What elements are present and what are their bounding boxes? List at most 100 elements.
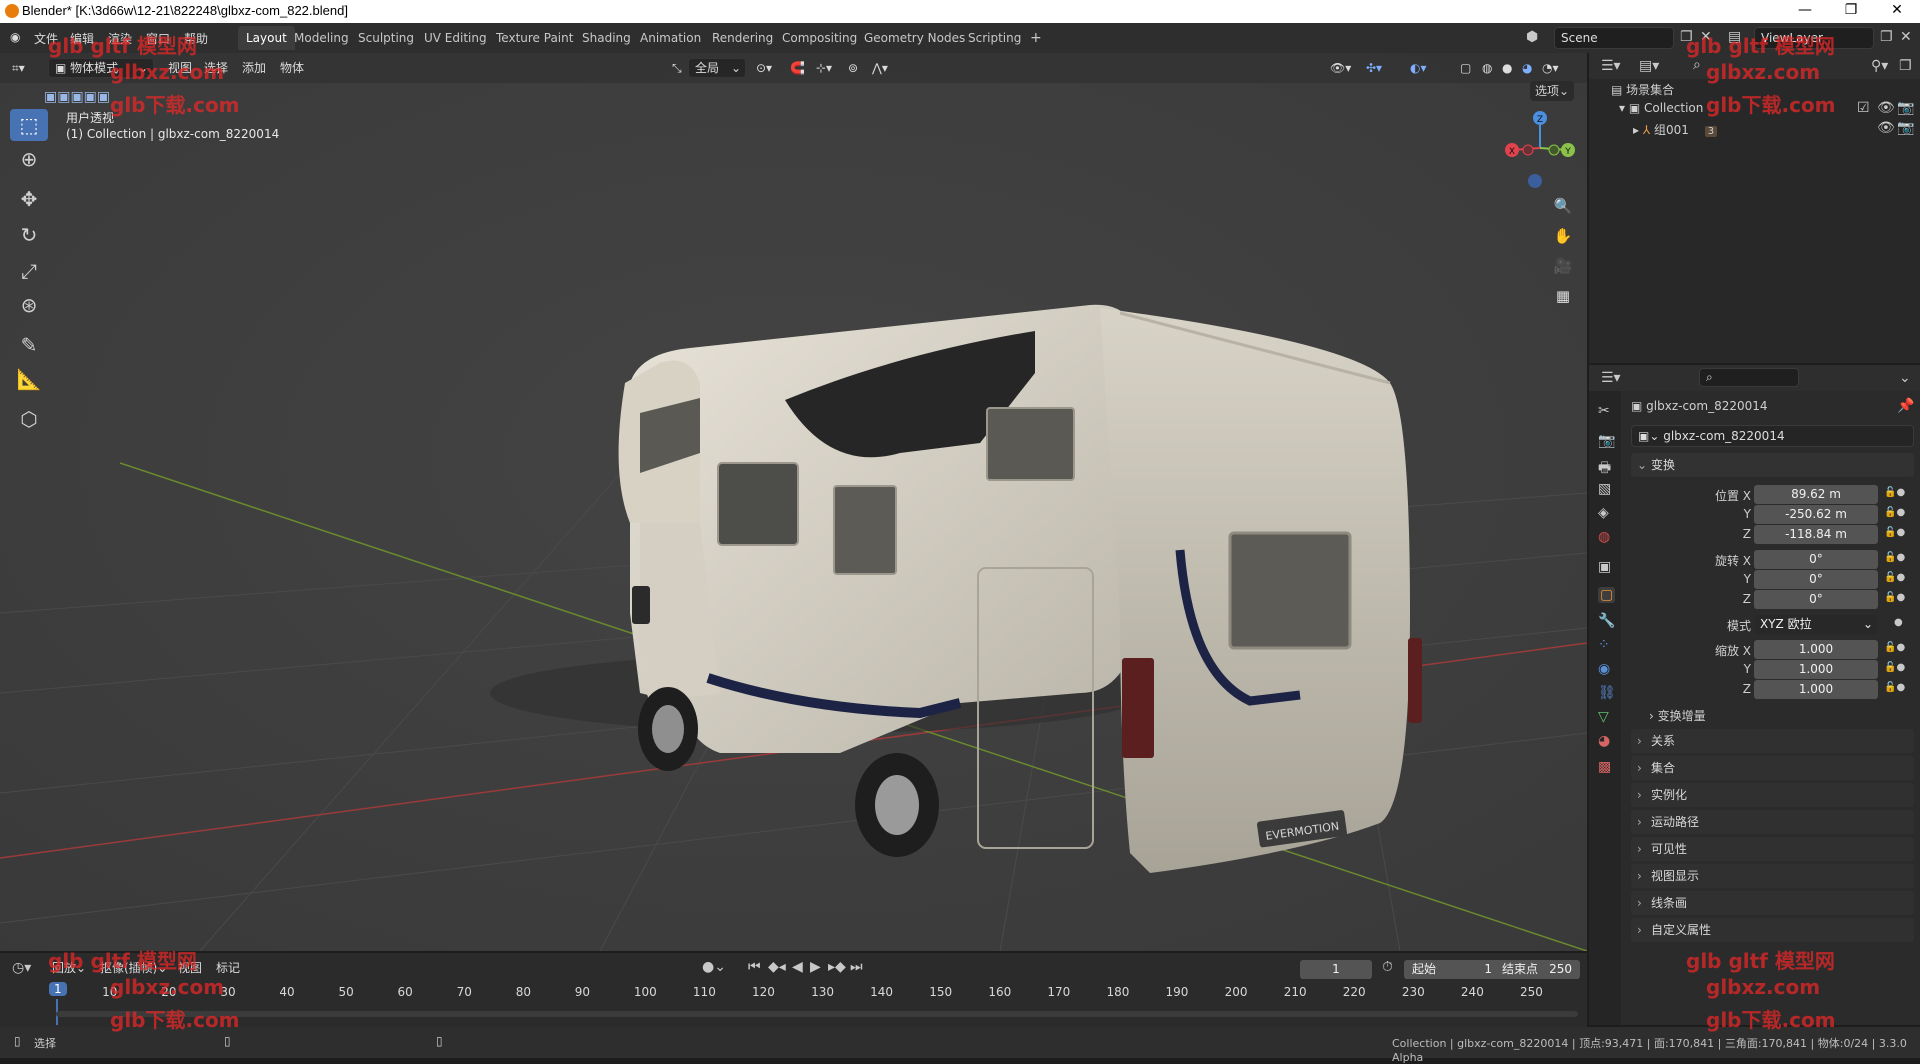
clock-icon[interactable]: ⏱ [1382, 959, 1393, 975]
play-icon[interactable]: ▶ [810, 959, 821, 975]
world-tab-icon[interactable]: ◍ [1598, 529, 1610, 545]
scale-y-field[interactable]: 1.000 [1754, 660, 1878, 679]
tab-scripting[interactable]: Scripting [960, 26, 1029, 50]
tab-geometry-nodes[interactable]: Geometry Nodes [856, 26, 973, 50]
search-icon[interactable]: ⌕ [1693, 57, 1701, 73]
pivot-point-icon[interactable]: ⊙▾ [756, 57, 772, 79]
tab-compositing[interactable]: Compositing [774, 26, 865, 50]
lock-icon[interactable]: 🔓● [1884, 642, 1905, 653]
scale-z-field[interactable]: 1.000 [1754, 680, 1878, 699]
tab-animation[interactable]: Animation [632, 26, 709, 50]
lock-icon[interactable]: 🔓● [1884, 552, 1905, 563]
add-cube-icon[interactable]: ⬡ [10, 403, 48, 435]
viewlayer-tab-icon[interactable]: ▧ [1598, 481, 1611, 497]
transform-panel-header[interactable]: ⌄ 变换 [1631, 453, 1914, 477]
outliner-collection-row[interactable]: ▾ ▣ Collection [1619, 101, 1703, 115]
lock-icon[interactable]: 🔓● [1884, 682, 1905, 693]
filter-icon[interactable]: ⚲▾ [1871, 58, 1888, 74]
rotate-icon[interactable]: ↻ [10, 219, 48, 251]
eye-icon[interactable]: 👁 [1877, 120, 1895, 136]
location-z-field[interactable]: -118.84 m [1754, 525, 1878, 544]
panel-custom-properties[interactable]: › 自定义属性 [1631, 918, 1914, 942]
lock-icon[interactable]: 🔓● [1884, 572, 1905, 583]
chevron-down-icon[interactable]: ⌄ [1899, 370, 1911, 386]
location-x-field[interactable]: 89.62 m [1754, 485, 1878, 504]
add-workspace-button[interactable]: + [1022, 26, 1050, 50]
3d-viewport[interactable]: EVERMOTION ⌗▾ ▣ 物体模式 ⌄ 视图 选择 添加 物体 ⤡ 全局 ⌄ … [0, 53, 1587, 951]
tab-texture-paint[interactable]: Texture Paint [488, 26, 581, 50]
panel-instancing[interactable]: › 实例化 [1631, 783, 1914, 807]
menu-add[interactable]: 添加 [242, 57, 266, 79]
next-keyframe-icon[interactable]: ▸◆ [828, 959, 846, 975]
select-mode-icons[interactable]: ▣▣▣▣▣ [44, 89, 110, 105]
transform-icon[interactable]: ⊛ [10, 289, 48, 321]
new-viewlayer-icon[interactable]: ❐ [1880, 29, 1893, 45]
overlays-icon[interactable]: ◐▾ [1410, 57, 1427, 79]
camera-render-icon[interactable]: 📷 [1897, 120, 1914, 136]
lock-icon[interactable]: 🔓● [1884, 527, 1905, 538]
particles-tab-icon[interactable]: ⁘ [1598, 637, 1610, 653]
camera-view-icon[interactable]: 🎥 [1550, 253, 1576, 279]
checkbox-icon[interactable]: ☑ [1857, 100, 1870, 116]
material-shading-icon[interactable]: ◕ [1522, 57, 1532, 79]
outliner-scene-collection[interactable]: ▤ 场景集合 [1611, 81, 1674, 98]
prev-keyframe-icon[interactable]: ◆◂ [768, 959, 786, 975]
pin-icon[interactable]: 📌 [1897, 398, 1914, 414]
collection-tab-icon[interactable]: ▣ [1598, 559, 1611, 575]
proportional-edit-icon[interactable]: ⊚ [848, 57, 858, 79]
editor-type-icon[interactable]: ⌗▾ [12, 57, 25, 79]
options-dropdown[interactable]: 选项⌄ [1530, 81, 1574, 101]
panel-line-art[interactable]: › 线条画 [1631, 891, 1914, 915]
rotation-y-field[interactable]: 0° [1754, 570, 1878, 589]
texture-tab-icon[interactable]: ▩ [1598, 759, 1611, 775]
xray-icon[interactable]: ▢ [1460, 57, 1471, 79]
restore-button[interactable]: ❐ [1828, 0, 1874, 23]
start-frame-field[interactable]: 起始 1 [1404, 960, 1500, 979]
end-frame-field[interactable]: 结束点 250 [1494, 960, 1580, 979]
gizmo-neg-z[interactable] [1528, 174, 1542, 188]
transform-orientation-icon[interactable]: ⤡ [672, 57, 682, 79]
eye-icon[interactable]: 👁 [1877, 100, 1895, 116]
snap-icon[interactable]: 🧲 [790, 57, 805, 79]
zoom-icon[interactable]: 🔍 [1550, 193, 1576, 219]
blender-menu-icon[interactable]: ◉ [10, 30, 20, 44]
annotate-icon[interactable]: ✎ [10, 329, 48, 361]
material-tab-icon[interactable]: ◕ [1598, 733, 1610, 749]
record-icon[interactable]: ●⌄ [702, 959, 726, 975]
move-icon[interactable]: ✥ [10, 183, 48, 215]
outliner-object-row[interactable]: ▸ ⅄ 组001 3 [1633, 121, 1718, 138]
tab-shading[interactable]: Shading [574, 26, 639, 50]
jump-start-icon[interactable]: ⏮ [748, 959, 761, 975]
play-reverse-icon[interactable]: ◀ [792, 959, 803, 975]
modifier-tab-icon[interactable]: 🔧 [1598, 613, 1615, 629]
measure-icon[interactable]: 📐 [10, 363, 48, 395]
tab-rendering[interactable]: Rendering [704, 26, 781, 50]
tab-uv-editing[interactable]: UV Editing [416, 26, 495, 50]
rotation-z-field[interactable]: 0° [1754, 590, 1878, 609]
location-y-field[interactable]: -250.62 m [1754, 505, 1878, 524]
lock-icon[interactable]: 🔓● [1884, 507, 1905, 518]
panel-viewport-display[interactable]: › 视图显示 [1631, 864, 1914, 888]
snap-settings-icon[interactable]: ⊹▾ [816, 57, 832, 79]
rotation-x-field[interactable]: 0° [1754, 550, 1878, 569]
scale-x-field[interactable]: 1.000 [1754, 640, 1878, 659]
lock-icon[interactable]: 🔓● [1884, 662, 1905, 673]
wireframe-shading-icon[interactable]: ◍ [1482, 57, 1492, 79]
new-collection-icon[interactable]: ❐ [1899, 58, 1912, 74]
data-tab-icon[interactable]: ▽ [1598, 709, 1609, 725]
panel-collections[interactable]: › 集合 [1631, 756, 1914, 780]
scene-selector[interactable]: Scene [1554, 27, 1674, 49]
current-frame-field[interactable]: 1 [1300, 960, 1372, 979]
ortho-grid-icon[interactable]: ▦ [1550, 283, 1576, 309]
rotation-mode-dropdown[interactable]: XYZ 欧拉 ⌄ [1754, 615, 1878, 634]
falloff-icon[interactable]: ⋀▾ [872, 57, 888, 79]
properties-search-input[interactable]: ⌕ [1699, 368, 1799, 387]
tool-tab-icon[interactable]: ✂ [1598, 403, 1610, 419]
solid-shading-icon[interactable]: ● [1502, 57, 1512, 79]
visibility-icon[interactable]: 👁▾ [1330, 57, 1351, 79]
close-button[interactable]: ✕ [1874, 0, 1920, 23]
panel-motion-paths[interactable]: › 运动路径 [1631, 810, 1914, 834]
tab-sculpting[interactable]: Sculpting [350, 26, 422, 50]
timeline-scrollbar[interactable] [56, 1011, 1578, 1017]
constraints-tab-icon[interactable]: ⛓ [1598, 685, 1616, 701]
